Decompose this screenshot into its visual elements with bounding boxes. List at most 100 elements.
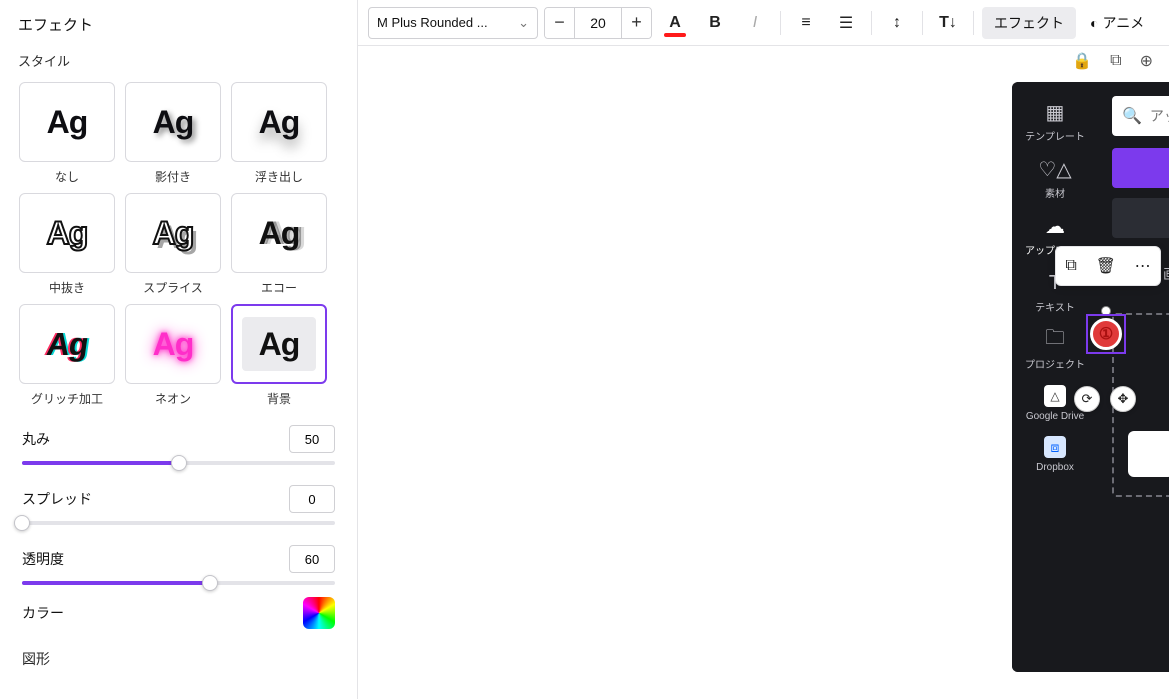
slider-spread: スプレッド — [22, 485, 335, 525]
slider-opacity-track[interactable] — [22, 581, 335, 585]
rail-projects[interactable]: 🗀 プロジェクト — [1025, 328, 1085, 371]
style-section-label: スタイル — [0, 43, 357, 78]
effect-echo[interactable]: Ag — [231, 193, 327, 273]
animate-label: アニメ — [1102, 13, 1144, 33]
duplicate-page-icon[interactable]: ⧉ — [1110, 52, 1121, 70]
list-button[interactable]: ☰ — [829, 7, 863, 39]
red-number-badge[interactable]: ① — [1090, 318, 1122, 350]
vertical-text-button[interactable]: T↓ — [931, 7, 965, 39]
slider-opacity: 透明度 — [22, 545, 335, 585]
drop-text-1: こちらにメディアをドラッグして — [1128, 341, 1169, 364]
effect-lift-label: 浮き出し — [255, 168, 303, 185]
rail-dropbox-label: Dropbox — [1036, 462, 1074, 473]
effect-shadow[interactable]: Ag — [125, 82, 221, 162]
selected-object[interactable]: ① — [1086, 314, 1126, 354]
rail-elements-label: 素材 — [1045, 185, 1065, 200]
add-page-icon[interactable]: ⊕ — [1140, 51, 1153, 71]
effect-none[interactable]: Ag — [19, 82, 115, 162]
slider-spread-track[interactable] — [22, 521, 335, 525]
rail-dropbox[interactable]: ⧈ Dropbox — [1036, 436, 1074, 473]
font-size-decrease[interactable]: − — [545, 8, 575, 38]
rail-gdrive-label: Google Drive — [1026, 411, 1084, 422]
slider-opacity-label: 透明度 — [22, 549, 64, 569]
elements-icon: ♡△ — [1041, 157, 1069, 181]
effects-panel: エフェクト スタイル Ag なし Ag 影付き Ag 浮き出し Ag 中抜き Ag スプラ… — [0, 0, 358, 699]
italic-button[interactable]: I — [738, 7, 772, 39]
upload-app: ▦テンプレート ♡△素材 ☁︎アップロード Tテキスト 🗀プロジェクト △Goo… — [1012, 82, 1169, 672]
color-label: カラー — [22, 603, 64, 623]
shape-section-label: 図形 — [0, 629, 357, 669]
effect-echo-label: エコー — [261, 279, 297, 296]
effect-shadow-label: 影付き — [155, 168, 191, 185]
toolbar-separator — [973, 11, 974, 35]
dropbox-icon: ⧈ — [1044, 436, 1066, 458]
align-button[interactable]: ≡ — [789, 7, 823, 39]
search-icon: 🔍 — [1122, 106, 1142, 126]
side-rail: ▦テンプレート ♡△素材 ☁︎アップロード Tテキスト 🗀プロジェクト △Goo… — [1012, 82, 1098, 672]
effect-none-label: なし — [55, 168, 79, 185]
rail-templates[interactable]: ▦ テンプレート — [1025, 100, 1085, 143]
effect-neon-label: ネオン — [155, 390, 191, 407]
toolbar-separator — [780, 11, 781, 35]
rail-projects-label: プロジェクト — [1025, 356, 1085, 371]
effects-button[interactable]: エフェクト — [982, 7, 1076, 39]
animate-button[interactable]: ◐ アニメ — [1082, 7, 1148, 39]
context-toolbar: ⧉ 🗑 ⋯ — [1055, 246, 1161, 286]
templates-icon: ▦ — [1041, 100, 1069, 124]
canvas-stage[interactable]: ▦テンプレート ♡△素材 ☁︎アップロード Tテキスト 🗀プロジェクト △Goo… — [358, 76, 1169, 699]
gdrive-icon: △ — [1044, 385, 1066, 407]
slider-round-input[interactable] — [289, 425, 335, 453]
upload-search-input[interactable] — [1150, 108, 1169, 124]
effect-hollow[interactable]: Ag — [19, 193, 115, 273]
more-icon[interactable]: ⋯ — [1135, 256, 1151, 276]
effect-lift[interactable]: Ag — [231, 82, 327, 162]
slider-opacity-input[interactable] — [289, 545, 335, 573]
rail-templates-label: テンプレート — [1025, 128, 1085, 143]
toolbar-separator — [922, 11, 923, 35]
upload-file-button[interactable]: ファイルをアップロード — [1112, 148, 1169, 188]
uploads-icon: ☁︎ — [1041, 214, 1069, 238]
chevron-down-icon: ⌄ — [518, 15, 529, 31]
rail-elements[interactable]: ♡△ 素材 — [1041, 157, 1069, 200]
rotate-handle[interactable]: ⟳ — [1074, 386, 1100, 412]
gdrive-color-icon: △ — [1143, 441, 1160, 467]
spacing-button[interactable]: ↕ — [880, 7, 914, 39]
link-services: △ ⧈ f ◎ ✿ — [1128, 431, 1169, 477]
top-toolbar: M Plus Rounded ... ⌄ − 20 + A B I ≡ ☰ ↕ … — [358, 0, 1169, 46]
font-name: M Plus Rounded ... — [377, 15, 488, 30]
font-select[interactable]: M Plus Rounded ... ⌄ — [368, 7, 538, 39]
lock-icon[interactable]: 🔒 — [1072, 51, 1092, 71]
effect-glitch-label: グリッチ加工 — [31, 390, 103, 407]
text-color-button[interactable]: A — [658, 7, 692, 39]
effect-background[interactable]: Ag — [231, 304, 327, 384]
animate-icon: ◐ — [1090, 15, 1098, 31]
trash-icon[interactable]: 🗑 — [1096, 256, 1116, 276]
copy-icon[interactable]: ⧉ — [1065, 257, 1076, 275]
upload-hint: 画像、動画、音声、GIFをアップロードできます — [1112, 515, 1169, 532]
upload-search[interactable]: 🔍 — [1112, 96, 1169, 136]
slider-round-label: 丸み — [22, 429, 50, 449]
drop-text-2: アップロードするか、アカウント — [1128, 364, 1169, 387]
slider-round: 丸み — [22, 425, 335, 465]
font-size-increase[interactable]: + — [621, 8, 651, 38]
folder-icon: 🗀 — [1041, 328, 1069, 352]
effects-panel-title: エフェクト — [0, 0, 357, 43]
font-size-value[interactable]: 20 — [575, 15, 621, 31]
service-gdrive[interactable]: △ — [1128, 431, 1169, 477]
bold-button[interactable]: B — [698, 7, 732, 39]
effect-background-label: 背景 — [267, 390, 291, 407]
slider-spread-input[interactable] — [289, 485, 335, 513]
toolbar-separator — [871, 11, 872, 35]
effects-grid: Ag なし Ag 影付き Ag 浮き出し Ag 中抜き Ag スプライス Ag エコー Ag… — [0, 78, 357, 407]
slider-round-track[interactable] — [22, 461, 335, 465]
effect-splice-label: スプライス — [143, 279, 203, 296]
effect-neon[interactable]: Ag — [125, 304, 221, 384]
rail-text-label: テキスト — [1035, 299, 1075, 314]
effect-splice[interactable]: Ag — [125, 193, 221, 273]
record-self-button[interactable]: 自分を録画する — [1112, 198, 1169, 238]
effect-hollow-label: 中抜き — [49, 279, 85, 296]
canvas-icon-row: 🔒 ⧉ ⊕ — [358, 46, 1169, 76]
effect-glitch[interactable]: Ag — [19, 304, 115, 384]
color-picker-button[interactable] — [303, 597, 335, 629]
move-handle[interactable]: ✥ — [1110, 386, 1136, 412]
